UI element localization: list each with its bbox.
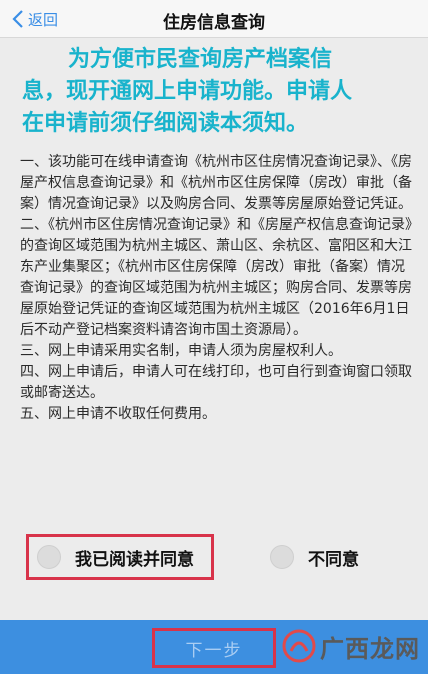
notice-item-3: 三、网上申请采用实名制，申请人须为房屋权利人。 bbox=[20, 343, 342, 359]
nav-bar: 返回 住房信息查询 bbox=[0, 0, 428, 38]
next-step-button[interactable]: 下一步 bbox=[152, 628, 276, 668]
notice-item-2: 二、《杭州市区住房情况查询记录》和《房屋产权信息查询记录》的查询区域范围为杭州主… bbox=[20, 217, 412, 338]
headline-line-1: 为方便市民查询房产档案信 bbox=[68, 47, 333, 72]
disagree-option[interactable]: 不同意 bbox=[270, 534, 400, 580]
disagree-radio[interactable] bbox=[270, 545, 294, 569]
notice-item-4: 四、网上申请后，申请人可在线打印，也可自行到查询窗口领取或邮寄送达。 bbox=[20, 364, 412, 401]
watermark: 广西龙网 bbox=[282, 626, 420, 666]
headline-line-3: 在申请前须仔细阅读本须知。 bbox=[22, 111, 309, 136]
notice-item-1: 一、该功能可在线申请查询《杭州市区住房情况查询记录》、《房屋产权信息查询记录》和… bbox=[20, 154, 412, 212]
headline-line-2: 息，现开通网上申请功能。申请人 bbox=[22, 79, 353, 104]
notice-body: 一、该功能可在线申请查询《杭州市区住房情况查询记录》、《房屋产权信息查询记录》和… bbox=[20, 152, 414, 425]
consent-options: 我已阅读并同意 不同意 bbox=[0, 528, 428, 588]
page-title: 住房信息查询 bbox=[163, 13, 265, 33]
notice-item-5: 五、网上申请不收取任何费用。 bbox=[20, 406, 216, 422]
agree-label: 我已阅读并同意 bbox=[75, 549, 194, 570]
watermark-text: 广西龙网 bbox=[320, 634, 420, 663]
watermark-logo-icon bbox=[282, 629, 316, 663]
agree-option[interactable]: 我已阅读并同意 bbox=[26, 534, 214, 580]
agree-radio[interactable] bbox=[37, 545, 61, 569]
notice-headline: 为方便市民查询房产档案信 息，现开通网上申请功能。申请人 在申请前须仔细阅读本须… bbox=[22, 44, 412, 140]
disagree-label: 不同意 bbox=[308, 549, 359, 570]
